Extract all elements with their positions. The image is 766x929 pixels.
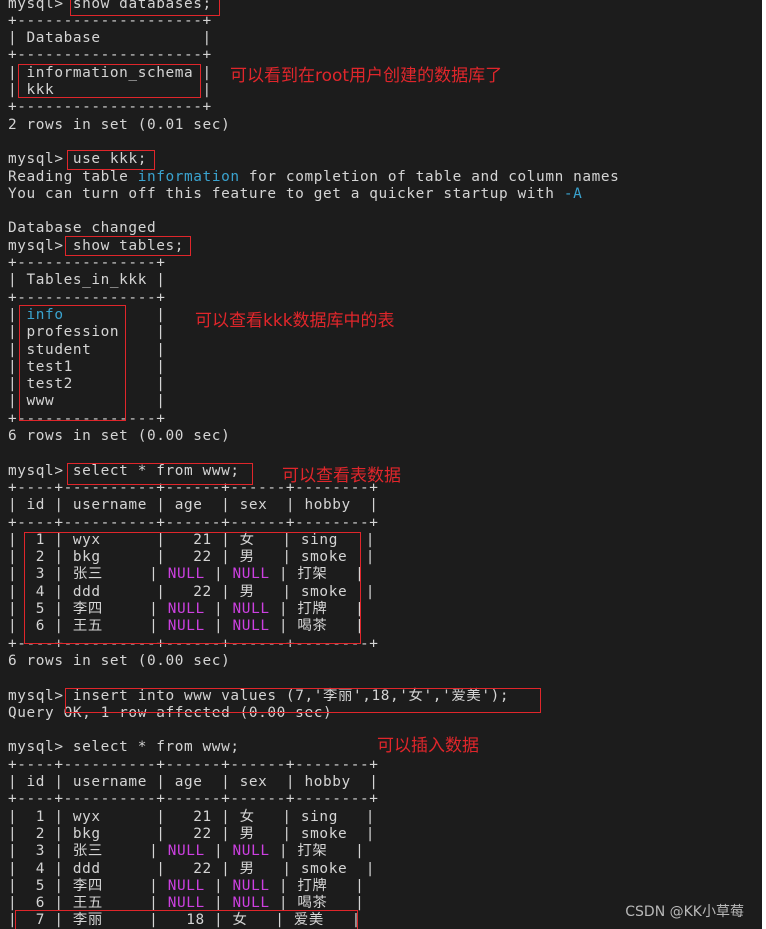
output-line: | id | username | age | sex | hobby | <box>8 497 379 514</box>
prompt: mysql> <box>8 687 73 704</box>
null-value: NULL <box>232 843 270 860</box>
annotation-select: 可以查看表数据 <box>282 466 401 486</box>
text-segment: | 5 | 李四 | <box>8 877 168 894</box>
output-line: | 4 | ddd | 22 | 男 | smoke | <box>8 861 375 878</box>
text-segment: | <box>204 877 233 894</box>
output-line: | Database | <box>8 30 212 47</box>
output-line: +----+----------+------+------+--------+ <box>8 514 379 531</box>
output-line: +----+----------+------+------+--------+ <box>8 756 379 773</box>
watermark: CSDN @KK小草莓 <box>625 904 744 920</box>
output-line: You can turn off this feature to get a q… <box>8 186 582 203</box>
annotation-insert: 可以插入数据 <box>377 736 479 756</box>
highlight-show-tables <box>65 236 191 256</box>
prompt: mysql> <box>8 151 73 168</box>
null-value: NULL <box>232 877 270 894</box>
highlight-insert <box>65 688 541 713</box>
text-segment: | 6 | 王五 | <box>8 895 168 912</box>
text-segment: | <box>204 895 233 912</box>
text-segment: for completion of table and column names <box>239 168 620 185</box>
output-line: +---------------+ <box>8 255 166 271</box>
highlighted-word: information <box>137 168 240 185</box>
null-value: NULL <box>167 843 205 860</box>
output-line: +----+----------+------+------+--------+ <box>8 791 379 808</box>
prompt: mysql> <box>8 462 73 479</box>
output-line: 6 rows in set (0.00 sec) <box>8 652 231 669</box>
text-segment: | 3 | 张三 | <box>8 843 168 860</box>
output-line: +--------------------+ <box>8 47 212 64</box>
output-line: mysql> select * from www; <box>8 739 240 756</box>
output-line: +--------------------+ <box>8 99 212 116</box>
highlight-database-list <box>18 64 201 98</box>
output-line: | id | username | age | sex | hobby | <box>8 774 379 790</box>
text-segment: | <box>204 843 233 860</box>
text-segment: | 4 | ddd | 22 | 男 | smoke | <box>8 860 376 877</box>
text-segment: | 打牌 | <box>269 877 365 894</box>
prompt: mysql> <box>8 0 73 12</box>
annotation-tables: 可以查看kkk数据库中的表 <box>195 311 395 331</box>
output-line: | Tables_in_kkk | <box>8 272 166 289</box>
text-segment: | 打架 | <box>269 843 365 860</box>
output-line: | 3 | 张三 | NULL | NULL | 打架 | <box>8 843 364 860</box>
highlight-use-kkk <box>67 150 155 170</box>
text-segment: | 喝茶 | <box>269 895 365 912</box>
highlight-show-databases <box>70 0 220 16</box>
prompt: mysql> <box>8 237 73 254</box>
text-segment: Reading table <box>8 168 138 185</box>
output-line: Reading table information for completion… <box>8 169 619 186</box>
output-line: 6 rows in set (0.00 sec) <box>8 428 231 444</box>
highlighted-word: -A <box>563 185 583 202</box>
highlight-www-rows <box>24 532 361 644</box>
annotation-databases: 可以看到在root用户创建的数据库了 <box>230 66 503 86</box>
null-value: NULL <box>167 895 205 912</box>
null-value: NULL <box>167 877 205 894</box>
highlight-select-www <box>67 463 253 485</box>
text-segment: You can turn off this feature to get a q… <box>8 185 564 202</box>
highlight-table-list <box>19 305 126 421</box>
text-segment: | 2 | bkg | 22 | 男 | smoke | <box>8 825 376 842</box>
output-line: | 5 | 李四 | NULL | NULL | 打牌 | <box>8 878 364 895</box>
text-segment: | 1 | wyx | 21 | 女 | sing | <box>8 808 376 825</box>
terminal-window[interactable]: mysql> show databases; +-----------------… <box>0 0 762 929</box>
output-line: | 1 | wyx | 21 | 女 | sing | <box>8 809 375 826</box>
output-line: | 2 | bkg | 22 | 男 | smoke | <box>8 826 375 843</box>
output-line: 2 rows in set (0.01 sec) <box>8 116 231 133</box>
highlight-new-row <box>15 910 358 929</box>
null-value: NULL <box>232 895 270 912</box>
